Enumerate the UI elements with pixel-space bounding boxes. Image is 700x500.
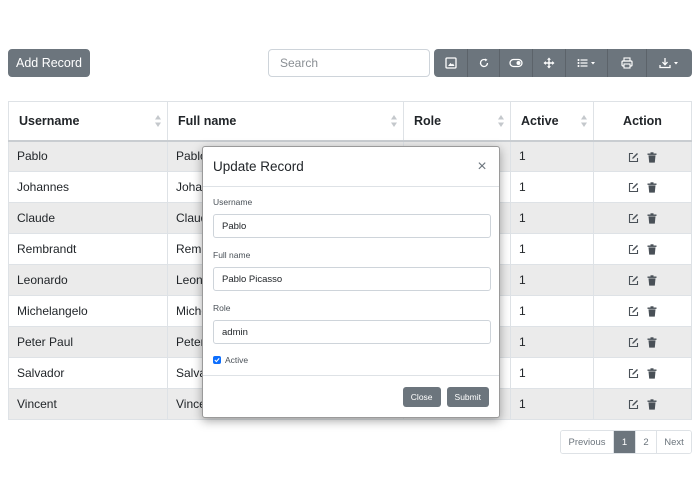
header-label: Role: [414, 113, 442, 128]
close-button[interactable]: Close: [402, 386, 441, 407]
header-fullname[interactable]: Full name: [167, 101, 404, 142]
active-checkbox[interactable]: [213, 356, 221, 364]
edit-icon[interactable]: [628, 368, 639, 379]
edit-icon[interactable]: [628, 337, 639, 348]
active-checkbox-row: Active: [213, 355, 489, 365]
cell-action: [593, 388, 692, 420]
trash-icon[interactable]: [647, 213, 657, 224]
search-input[interactable]: [268, 49, 430, 77]
pagination: Previous 1 2 Next: [560, 430, 692, 454]
cell-username: Michelangelo: [8, 295, 168, 327]
modal-footer: Close Submit: [203, 375, 499, 417]
cell-action: [593, 202, 692, 234]
role-label: Role: [213, 303, 231, 313]
edit-icon[interactable]: [628, 275, 639, 286]
modal-body: Username Full name Role Active: [203, 187, 499, 365]
sort-icon: [581, 115, 587, 127]
pagination-page-1[interactable]: 1: [614, 431, 636, 453]
cell-active: 1: [510, 388, 594, 420]
cell-action: [593, 233, 692, 265]
cell-active: 1: [510, 140, 594, 172]
cell-active: 1: [510, 264, 594, 296]
trash-icon[interactable]: [647, 275, 657, 286]
role-field[interactable]: [213, 320, 491, 344]
cell-action: [593, 295, 692, 327]
header-action: Action: [593, 101, 692, 142]
trash-icon[interactable]: [647, 182, 657, 193]
header-role[interactable]: Role: [403, 101, 511, 142]
cell-active: 1: [510, 233, 594, 265]
check-icon: [214, 358, 220, 363]
cell-action: [593, 171, 692, 203]
cell-username: Johannes: [8, 171, 168, 203]
toggle-icon[interactable]: [500, 49, 533, 77]
edit-icon[interactable]: [628, 399, 639, 410]
header-label: Full name: [178, 113, 237, 128]
add-record-button[interactable]: Add Record: [8, 49, 90, 77]
export-icon[interactable]: [647, 49, 692, 77]
sort-icon: [155, 115, 161, 127]
trash-icon[interactable]: [647, 368, 657, 379]
username-label: Username: [213, 197, 253, 207]
sort-icon: [391, 115, 397, 127]
cell-active: 1: [510, 295, 594, 327]
edit-icon[interactable]: [628, 306, 639, 317]
fullscreen-icon[interactable]: [533, 49, 566, 77]
edit-icon[interactable]: [628, 244, 639, 255]
table-toolbar: [434, 49, 692, 77]
pagination-page-2[interactable]: 2: [636, 431, 657, 453]
update-record-modal: Update Record × Username Full name Role …: [202, 146, 500, 418]
header-active[interactable]: Active: [510, 101, 594, 142]
cell-action: [593, 326, 692, 358]
active-label: Active: [225, 355, 249, 365]
print-icon[interactable]: [608, 49, 647, 77]
refresh-icon[interactable]: [468, 49, 500, 77]
cell-action: [593, 264, 692, 296]
header-label: Active: [521, 113, 559, 128]
columns-icon[interactable]: [566, 49, 608, 77]
trash-icon[interactable]: [647, 244, 657, 255]
edit-icon[interactable]: [628, 182, 639, 193]
header-username[interactable]: Username: [8, 101, 168, 142]
trash-icon[interactable]: [647, 399, 657, 410]
edit-icon[interactable]: [628, 213, 639, 224]
sort-icon: [498, 115, 504, 127]
image-icon[interactable]: [434, 49, 468, 77]
trash-icon[interactable]: [647, 306, 657, 317]
header-label: Username: [19, 113, 80, 128]
cell-username: Peter Paul: [8, 326, 168, 358]
cell-username: Pablo: [8, 140, 168, 172]
fullname-label: Full name: [213, 250, 251, 260]
cell-active: 1: [510, 357, 594, 389]
trash-icon[interactable]: [647, 151, 657, 163]
close-icon[interactable]: ×: [475, 158, 489, 174]
username-field[interactable]: [213, 214, 491, 238]
cell-username: Rembrandt: [8, 233, 168, 265]
submit-button[interactable]: Submit: [446, 386, 489, 407]
cell-username: Claude: [8, 202, 168, 234]
edit-icon[interactable]: [628, 152, 639, 163]
header-label: Action: [623, 113, 662, 128]
pagination-next[interactable]: Next: [657, 431, 691, 453]
cell-action: [593, 140, 692, 172]
cell-active: 1: [510, 326, 594, 358]
modal-title: Update Record: [213, 159, 304, 174]
cell-username: Vincent: [8, 388, 168, 420]
cell-username: Leonardo: [8, 264, 168, 296]
modal-header: Update Record ×: [203, 147, 499, 187]
trash-icon[interactable]: [647, 337, 657, 348]
cell-active: 1: [510, 202, 594, 234]
table-header-row: Username Full name Role Active Action: [8, 101, 692, 142]
pagination-previous[interactable]: Previous: [561, 431, 614, 453]
fullname-field[interactable]: [213, 267, 491, 291]
cell-action: [593, 357, 692, 389]
cell-active: 1: [510, 171, 594, 203]
cell-username: Salvador: [8, 357, 168, 389]
